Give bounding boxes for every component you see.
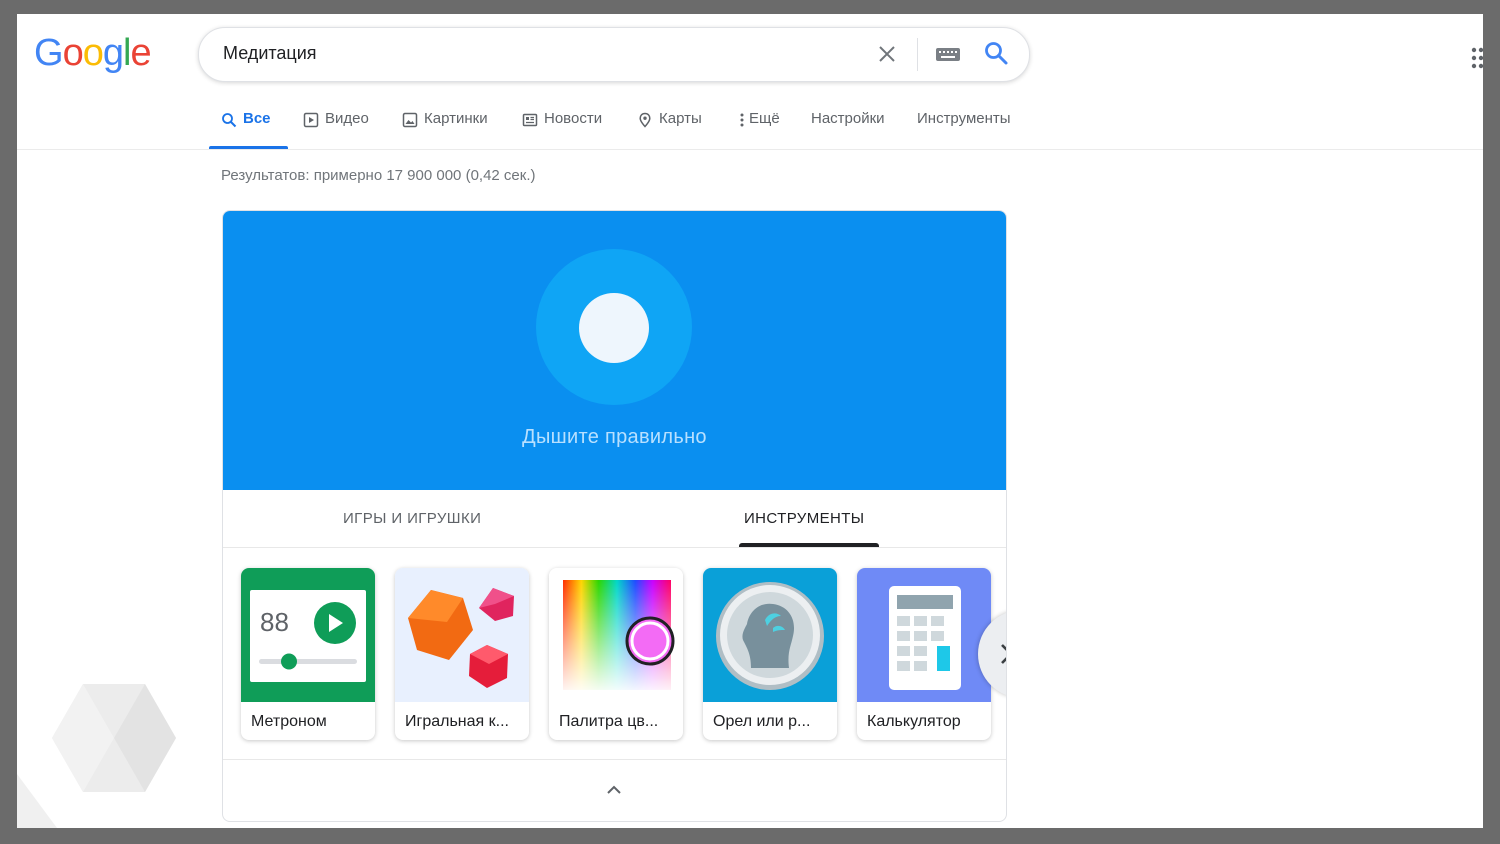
tool-card-coin-flip[interactable]: Орел или р... [703,568,837,740]
logo-letter: l [122,32,132,74]
tab-images[interactable]: Картинки [402,110,488,150]
tool-label: Калькулятор [867,713,961,730]
more-vert-icon [740,113,744,127]
result-stats: Результатов: примерно 17 900 000 (0,42 с… [221,167,536,184]
tab-settings[interactable]: Настройки [811,110,885,150]
close-icon [879,46,895,62]
search-divider [917,38,918,71]
google-logo[interactable]: Google [34,32,152,75]
tab-label: Инструменты [917,110,1011,127]
tab-tools[interactable]: Инструменты [917,110,1011,150]
tools-carousel: 88 Метроном Игральная к... Палитра цв...… [241,568,1006,743]
tab-maps[interactable]: Карты [637,110,702,150]
logo-letter: e [130,32,151,74]
map-pin-icon [639,112,651,128]
apps-button[interactable] [1471,46,1483,70]
widget-footer [223,759,1006,821]
search-button[interactable] [983,40,1009,66]
video-icon [303,112,319,128]
tab-video[interactable]: Видео [303,110,369,150]
collapse-button[interactable] [604,782,624,796]
calculator-icon [857,568,991,702]
category-tab-indicator [739,543,879,547]
tool-label: Метроном [251,713,327,730]
apps-grid-icon [1471,47,1483,69]
tool-label: Игральная к... [405,713,509,730]
tab-label: Новости [544,110,603,127]
dice-icon [395,568,529,702]
search-icon [222,113,237,128]
chevron-up-icon [607,785,621,794]
logo-letter: G [34,32,64,74]
tool-card-dice[interactable]: Игральная к... [395,568,529,740]
tab-news[interactable]: Новости [522,110,602,150]
search-box[interactable]: Медитация [198,27,1030,82]
watermark-cube-icon [52,684,176,792]
tool-card-metronome[interactable]: 88 Метроном [241,568,375,740]
tab-all[interactable]: Все [221,110,271,150]
tab-label: Видео [325,110,369,127]
browser-page: Google Медитация Все Видео Картинки Ново… [17,14,1483,828]
tab-label: Картинки [424,110,488,127]
metronome-value: 88 [260,607,289,637]
search-icon [985,42,1008,65]
keyboard-icon [936,48,960,61]
tab-tools-category[interactable]: ИНСТРУМЕНТЫ [744,510,865,527]
keyboard-button[interactable] [935,45,961,63]
breathing-label: Дышите правильно [522,426,707,448]
metronome-icon: 88 [241,568,375,702]
search-input[interactable]: Медитация [223,43,317,64]
breathing-dot [579,293,649,363]
color-palette-icon [549,568,683,702]
chevron-right-icon [1001,644,1006,664]
tool-card-calculator[interactable]: Калькулятор [857,568,991,740]
tool-label: Орел или р... [713,713,811,730]
tool-card-color-palette[interactable]: Палитра цв... [549,568,683,740]
tab-more[interactable]: Ещё [737,110,780,150]
category-tabs: ИГРЫ И ИГРУШКИ ИНСТРУМЕНТЫ [223,490,1006,548]
tool-label: Палитра цв... [559,713,659,730]
corner-shape [17,774,57,828]
news-icon [522,113,538,127]
logo-letter: o [62,32,84,74]
clear-search-button[interactable] [875,42,899,66]
meditation-widget: Дышите правильно ИГРЫ И ИГРУШКИ ИНСТРУМЕ… [222,210,1007,822]
tab-label: Все [243,110,271,127]
header-divider [17,149,1483,150]
tab-label: Карты [659,110,702,127]
logo-letter: o [82,32,104,74]
breathing-exercise: Дышите правильно [223,211,1006,490]
tab-label: Настройки [811,110,885,127]
tab-label: Ещё [749,110,780,127]
logo-letter: g [102,32,124,74]
coin-icon [703,568,837,702]
tab-games[interactable]: ИГРЫ И ИГРУШКИ [343,510,481,527]
image-icon [402,112,418,128]
